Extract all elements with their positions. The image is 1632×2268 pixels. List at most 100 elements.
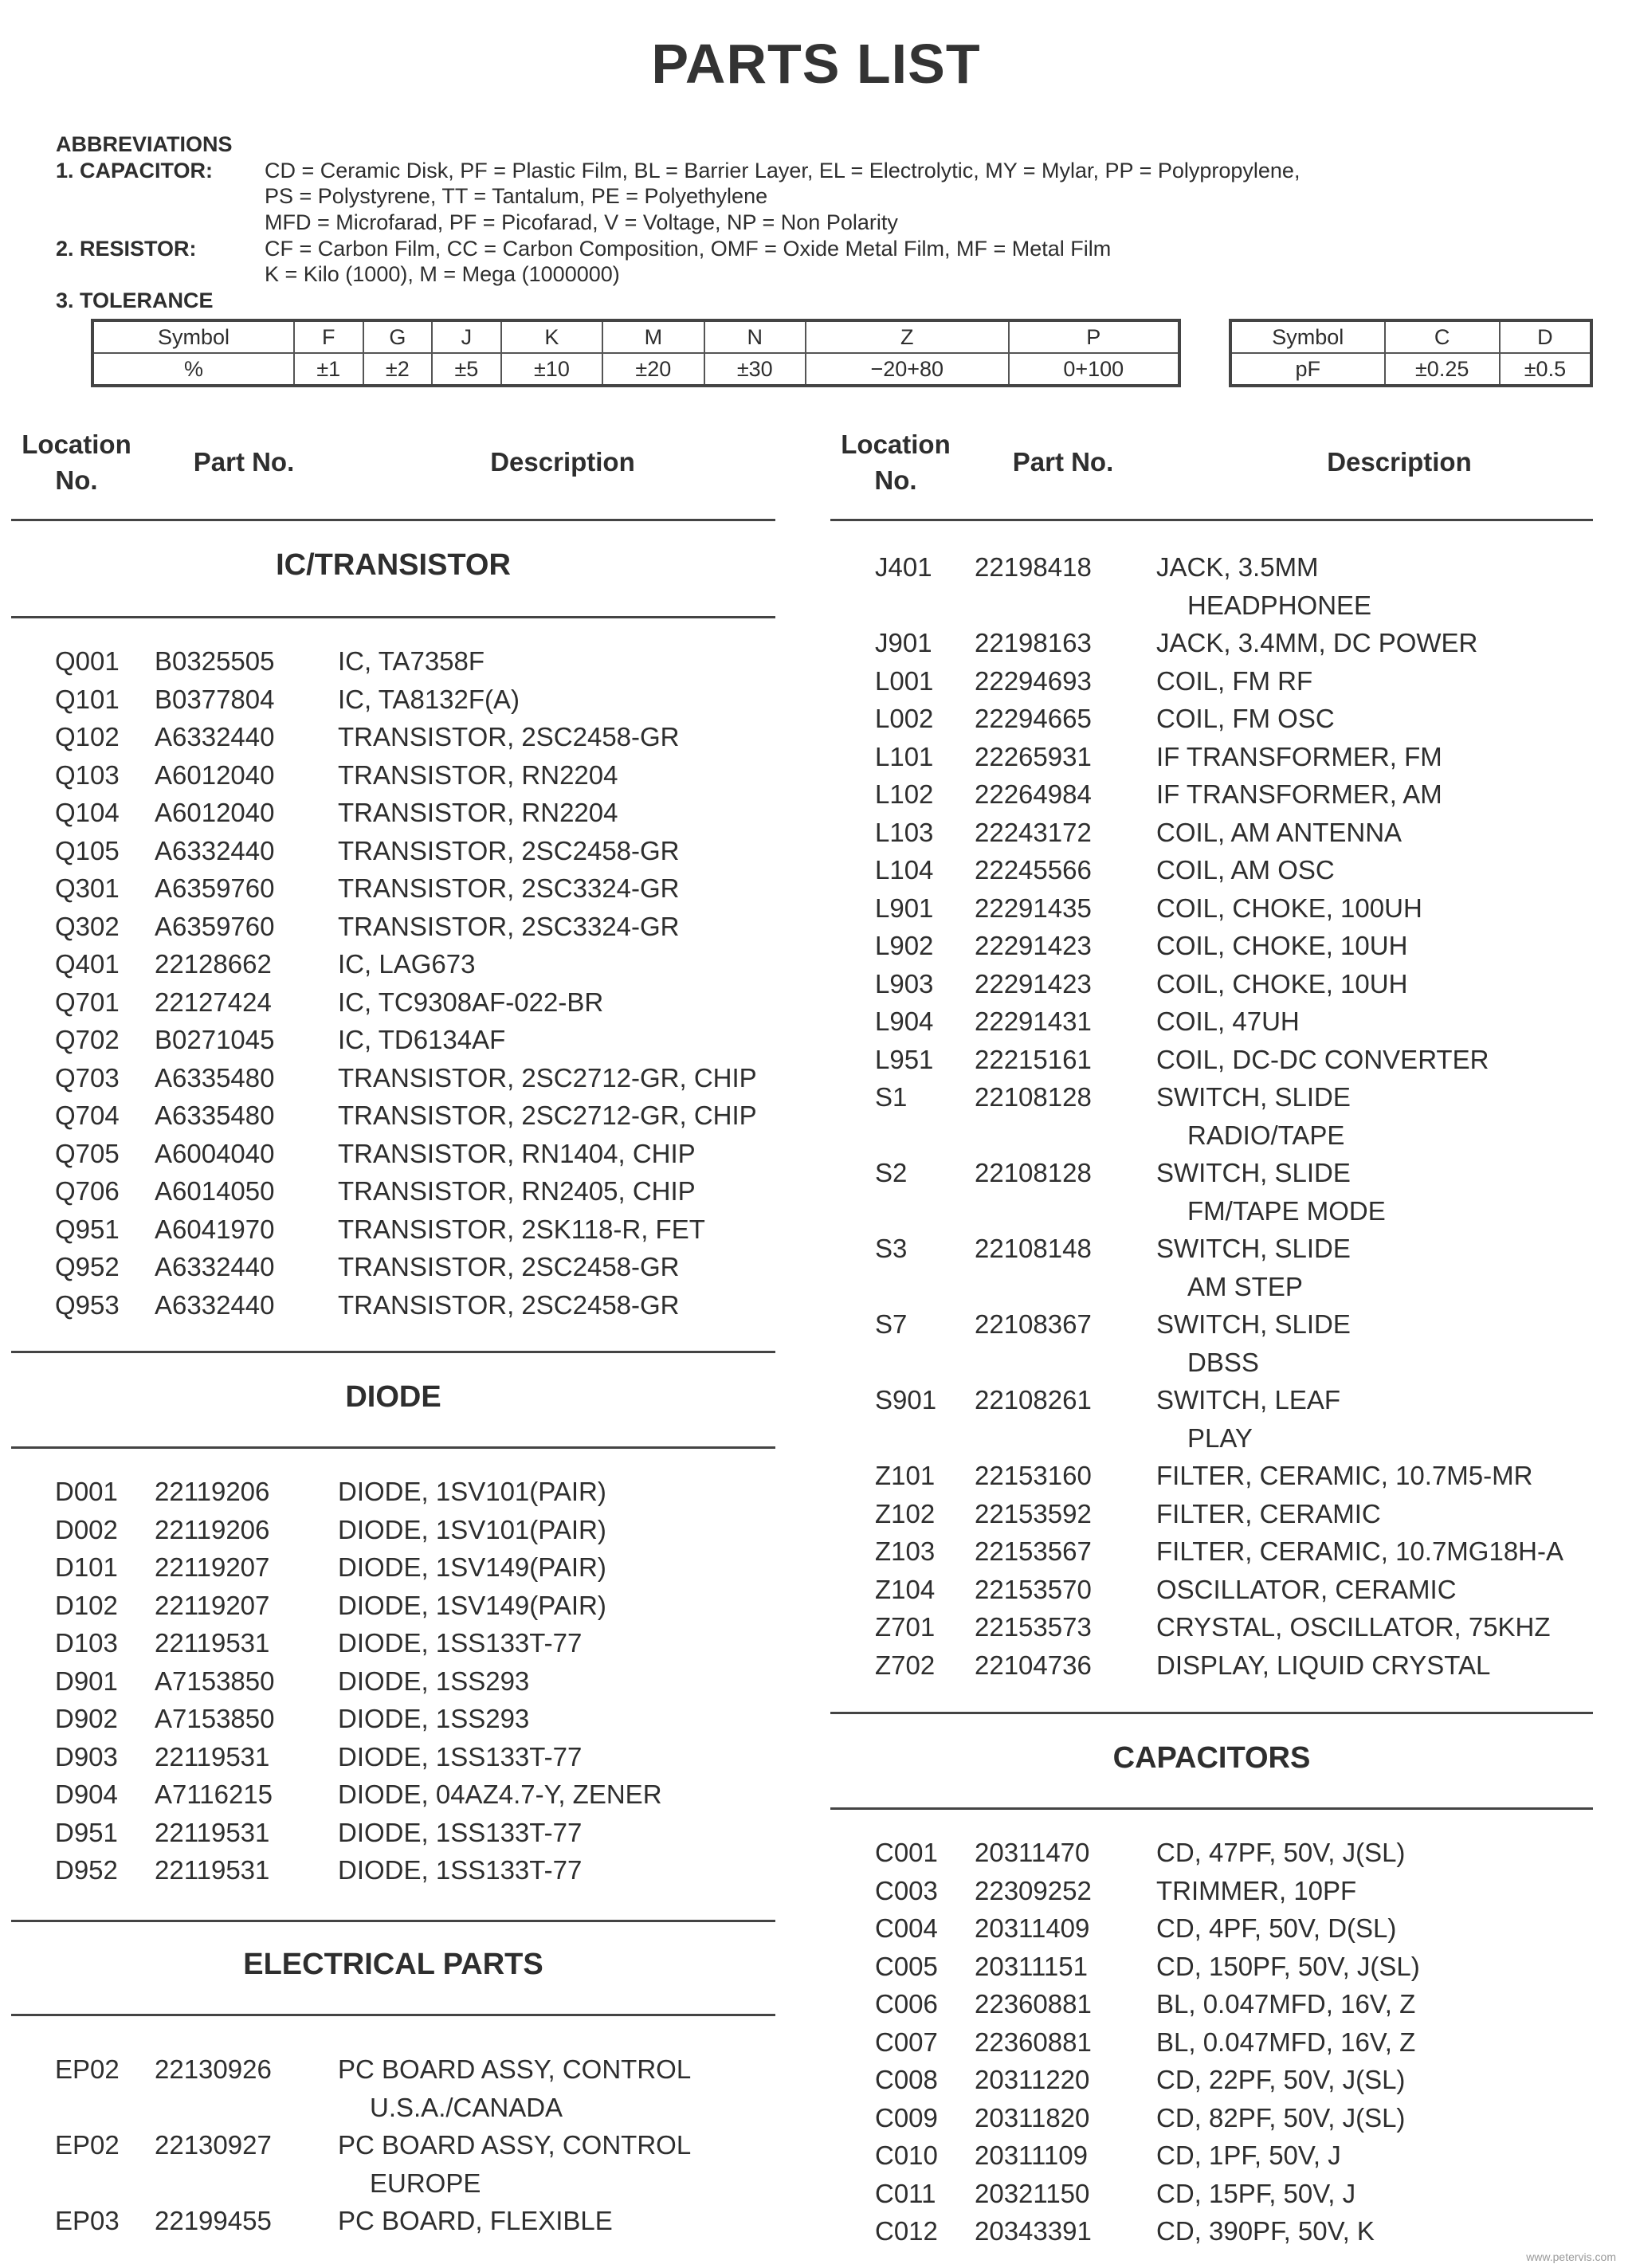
table-row: Z103 22153567 FILTER, CERAMIC, 10.7MG18H-A (830, 1532, 1595, 1571)
location-no: D902 (55, 1704, 118, 1733)
table-row: Q301 A6359760 TRANSISTOR, 2SC3324-GR (11, 869, 776, 908)
capacitor-abbr-line: PS = Polystyrene, TT = Tantalum, PE = Po… (265, 184, 768, 209)
description: CD, 15PF, 50V, J (1156, 2178, 1356, 2208)
location-no: L001 (875, 665, 934, 696)
part-no: 22360881 (975, 1989, 1092, 2019)
location-header: Location No. (5, 426, 148, 498)
tolerance-cell: Symbol (92, 320, 295, 354)
table-row: C011 20321150 CD, 15PF, 50V, J (830, 2175, 1595, 2213)
description-continued: DBSS (1187, 1347, 1259, 1377)
description: CD, 150PF, 50V, J(SL) (1156, 1951, 1420, 1981)
description: TRANSISTOR, 2SK118-R, FET (338, 1214, 705, 1244)
table-row: L901 22291435 COIL, CHOKE, 100UH (830, 889, 1595, 928)
description: COIL, 47UH (1156, 1006, 1300, 1036)
tolerance-row: pF ±0.25 ±0.5 (1230, 352, 1593, 387)
location-no: L951 (875, 1044, 934, 1074)
location-no: L901 (875, 893, 934, 923)
part-no: 22119207 (155, 1552, 270, 1582)
part-no: 22108148 (975, 1234, 1092, 1263)
description: DIODE, 1SV149(PAIR) (338, 1590, 606, 1620)
description: JACK, 3.5MM (1156, 552, 1319, 582)
table-row: EP03 22199455 PC BOARD, FLEXIBLE (11, 2202, 776, 2240)
table-row: D902 A7153850 DIODE, 1SS293 (11, 1700, 776, 1738)
abbreviations: ABBREVIATIONS 1. CAPACITOR: CD = Ceramic… (56, 131, 1300, 313)
tolerance-cell: M (602, 320, 705, 354)
description: COIL, AM ANTENNA (1156, 817, 1402, 847)
part-no: 22153567 (975, 1536, 1092, 1566)
table-row: J901 22198163 JACK, 3.4MM, DC POWER (830, 624, 1595, 662)
location-no: C008 (875, 2065, 938, 2094)
section-divider (11, 1920, 775, 1922)
description: IF TRANSFORMER, FM (1156, 741, 1442, 771)
tolerance-cell: C (1383, 320, 1501, 354)
part-no: A7153850 (155, 1666, 275, 1696)
description: IC, TC9308AF-022-BR (338, 987, 604, 1017)
location-no: J401 (875, 552, 932, 582)
table-row: Q701 22127424 IC, TC9308AF-022-BR (11, 983, 776, 1022)
location-no: Q102 (55, 722, 120, 751)
location-no: D101 (55, 1552, 118, 1582)
part-no: 20321150 (975, 2178, 1090, 2208)
location-no: C011 (875, 2178, 936, 2208)
table-row: L002 22294665 COIL, FM OSC (830, 700, 1595, 738)
part-no: 22215161 (975, 1044, 1092, 1074)
location-no: D002 (55, 1514, 118, 1544)
table-row: C003 22309252 TRIMMER, 10PF (830, 1872, 1595, 1910)
description: DIODE, 04AZ4.7-Y, ZENER (338, 1779, 662, 1809)
tolerance-cell: % (92, 352, 295, 387)
description: SWITCH, SLIDE (1156, 1234, 1351, 1263)
location-header-line: Location (841, 430, 951, 459)
description: COIL, CHOKE, 10UH (1156, 968, 1408, 999)
table-row: S901 22108261 SWITCH, LEAF PLAY (830, 1381, 1595, 1457)
location-no: Z103 (875, 1536, 936, 1566)
location-header-line: No. (874, 465, 917, 495)
location-header-line: No. (55, 465, 98, 495)
location-no: Q302 (55, 911, 120, 941)
location-no: Q401 (55, 949, 120, 979)
location-no: Z104 (875, 1574, 936, 1604)
description: TRANSISTOR, 2SC2458-GR (338, 1289, 680, 1320)
part-no: 22243172 (975, 817, 1092, 847)
table-row: D001 22119206 DIODE, 1SV101(PAIR) (11, 1473, 776, 1511)
table-row: L102 22264984 IF TRANSFORMER, AM (830, 775, 1595, 814)
description: CRYSTAL, OSCILLATOR, 75KHZ (1156, 1612, 1551, 1642)
location-no: D904 (55, 1779, 118, 1809)
part-no: 22291435 (975, 893, 1092, 923)
location-no: L101 (875, 741, 934, 771)
part-no: 22264984 (975, 779, 1092, 809)
table-row: L903 22291423 COIL, CHOKE, 10UH (830, 965, 1595, 1003)
description: SWITCH, LEAF (1156, 1385, 1341, 1415)
location-no: Q301 (55, 873, 120, 903)
part-no-header: Part No. (1012, 447, 1114, 477)
tolerance-cell: N (703, 320, 806, 354)
part-no: A6335480 (155, 1062, 275, 1093)
description: TRANSISTOR, 2SC2458-GR (338, 835, 680, 865)
tolerance-cell: ±20 (602, 352, 705, 387)
tolerance-cell: −20+80 (804, 352, 1010, 387)
location-no: C006 (875, 1989, 938, 2019)
description: SWITCH, SLIDE (1156, 1158, 1351, 1187)
tolerance-cell: ±0.5 (1498, 352, 1593, 387)
description: SWITCH, SLIDE (1156, 1309, 1351, 1339)
column-headers-left: Location No. Part No. Description (11, 426, 775, 506)
description: SWITCH, SLIDE (1156, 1082, 1351, 1112)
table-row: C012 20343391 CD, 390PF, 50V, K (830, 2212, 1595, 2250)
location-no: Q105 (55, 835, 120, 865)
location-no: L104 (875, 855, 934, 885)
location-no: D901 (55, 1666, 118, 1696)
location-no: S1 (875, 1082, 908, 1112)
location-header: Location No. (824, 426, 967, 498)
location-no: Z701 (875, 1612, 936, 1642)
location-no: EP03 (55, 2206, 120, 2235)
description: DIODE, 1SS133T-77 (338, 1741, 583, 1772)
part-no: B0271045 (155, 1025, 275, 1054)
table-row: Q953 A6332440 TRANSISTOR, 2SC2458-GR (11, 1286, 776, 1324)
location-header-line: Location (22, 430, 131, 459)
capacitor-label: 1. CAPACITOR: (56, 158, 214, 182)
description: IC, LAG673 (338, 949, 476, 979)
location-no: C010 (875, 2140, 938, 2170)
description-continued: PLAY (1187, 1422, 1253, 1453)
tolerance-cell: ±10 (500, 352, 604, 387)
location-no: EP02 (55, 2130, 120, 2160)
table-row: C008 20311220 CD, 22PF, 50V, J(SL) (830, 2061, 1595, 2099)
